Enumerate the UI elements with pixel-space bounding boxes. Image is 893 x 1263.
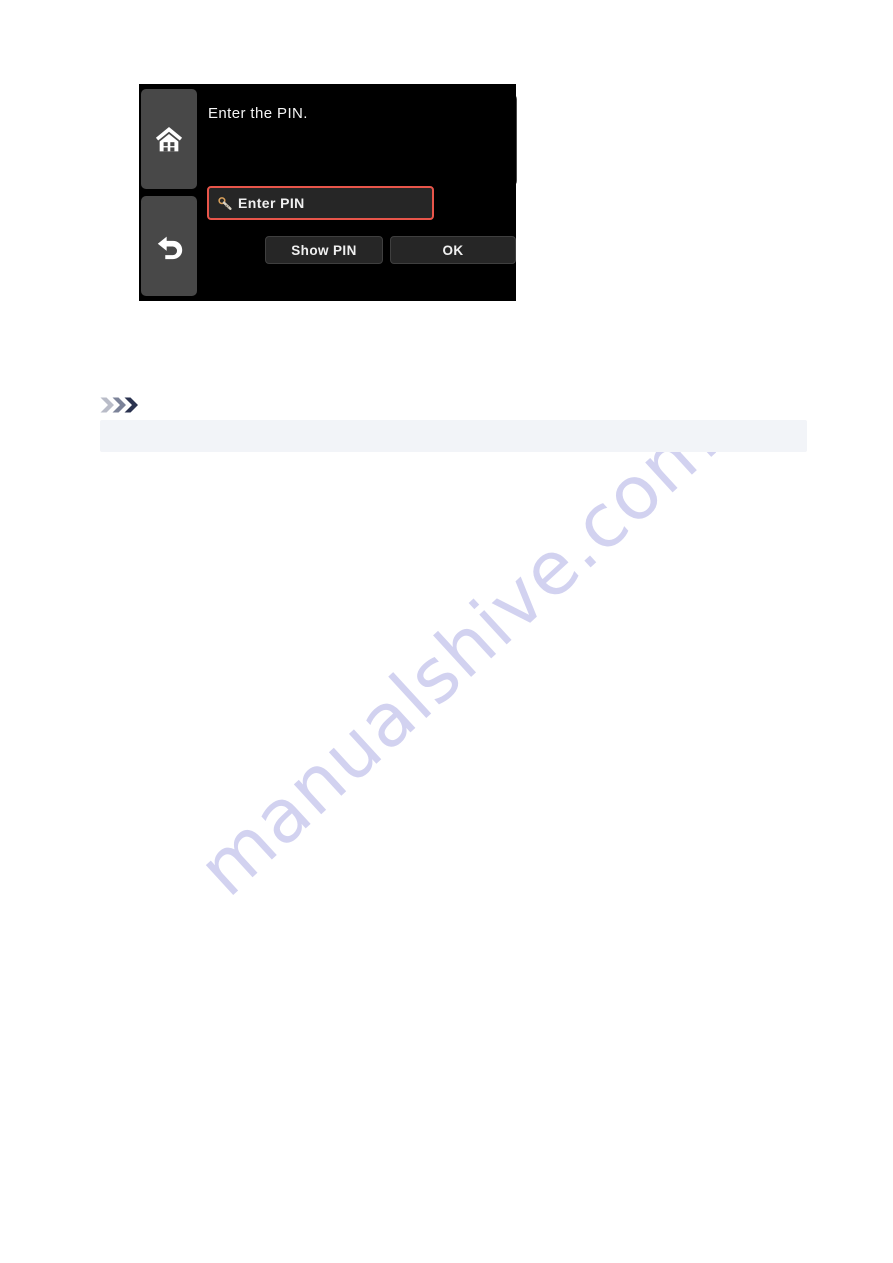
- printer-lcd-panel: Stop Enter the PIN. Enter PIN Show PIN O…: [139, 84, 517, 301]
- back-button[interactable]: [141, 196, 197, 296]
- enter-pin-field[interactable]: Enter PIN: [207, 186, 434, 220]
- show-pin-button-label: Show PIN: [291, 242, 357, 258]
- key-icon: [218, 196, 232, 210]
- note-body-box: [100, 420, 807, 452]
- triple-chevron-icon: [100, 397, 138, 413]
- show-pin-button[interactable]: Show PIN: [265, 236, 383, 264]
- ok-button-label: OK: [442, 242, 464, 258]
- ok-button[interactable]: OK: [390, 236, 516, 264]
- lcd-screen: Enter the PIN. Enter PIN Show PIN OK: [197, 84, 516, 301]
- screen-title: Enter the PIN.: [208, 105, 308, 122]
- hardware-button-column: [139, 84, 197, 301]
- enter-pin-field-label: Enter PIN: [238, 195, 305, 211]
- home-icon: [155, 127, 183, 152]
- home-button[interactable]: [141, 89, 197, 189]
- back-arrow-icon: [157, 236, 183, 260]
- watermark-text: manualshive.com: [182, 397, 734, 913]
- note-block: [100, 396, 807, 452]
